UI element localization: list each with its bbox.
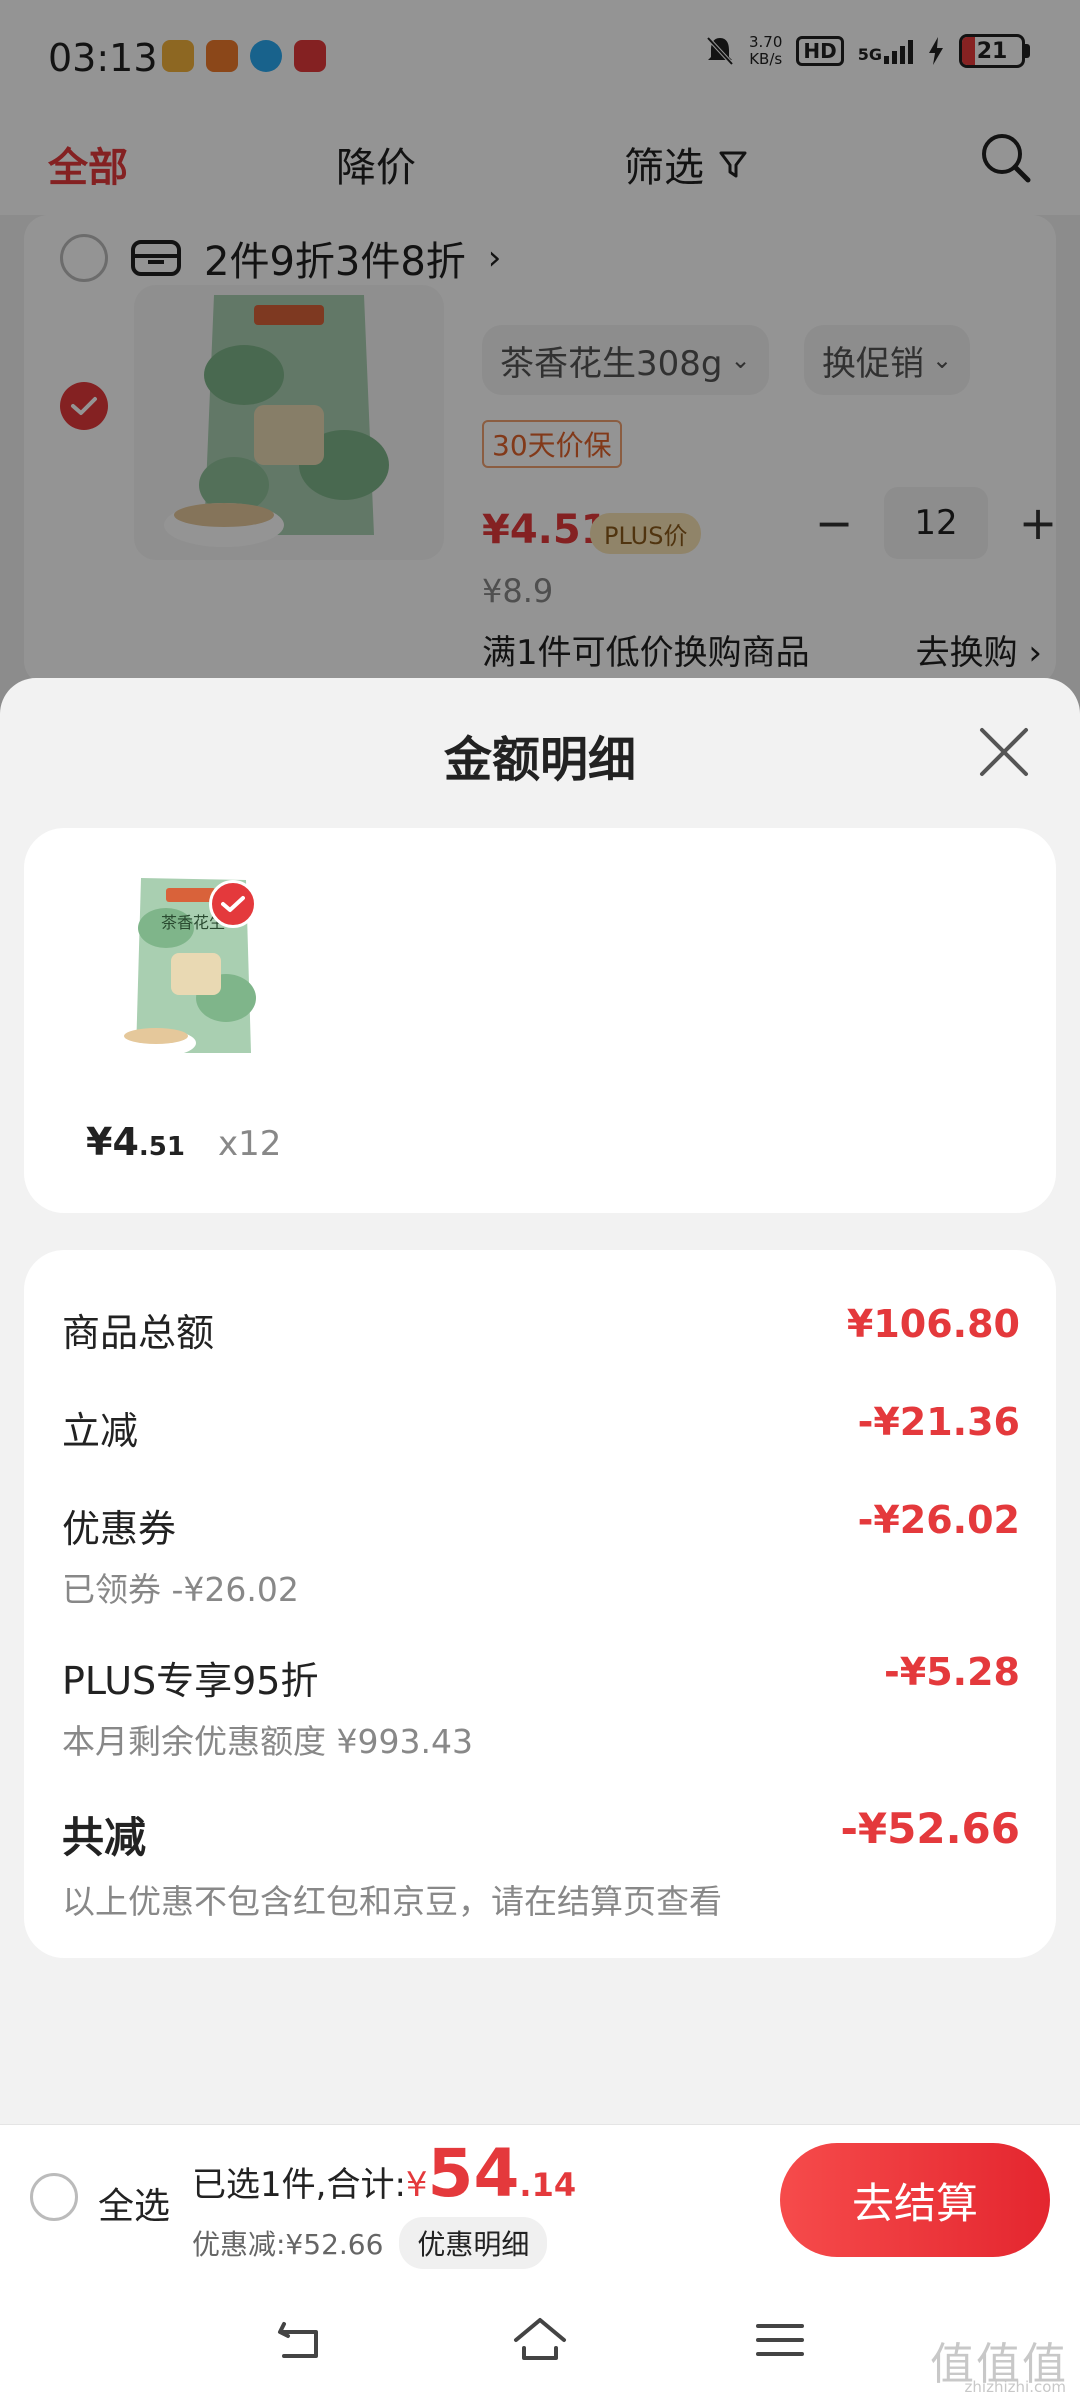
- sheet-title: 金额明细: [443, 732, 636, 788]
- detail-row-total: 商品总额 ¥106.80: [62, 1302, 1020, 1357]
- checkout-button[interactable]: 去结算: [780, 2143, 1050, 2257]
- item-price-dec: .51: [138, 1132, 185, 1162]
- detail-row-total-discount: 共减 以上优惠不包含红包和京豆，请在结算页查看 -¥52.66: [62, 1804, 1020, 1923]
- detail-row-coupon: 优惠券 已领券 -¥26.02 -¥26.02: [62, 1498, 1020, 1611]
- selected-count-text: 已选1件,合计:: [192, 2165, 406, 2205]
- detail-value: -¥26.02: [857, 1498, 1020, 1542]
- detail-sub: 已领券 -¥26.02: [62, 1570, 299, 1609]
- detail-row-plus-discount: PLUS专享95折 本月剩余优惠额度 ¥993.43 -¥5.28: [62, 1650, 1020, 1763]
- item-price: ¥4.51: [86, 1120, 185, 1164]
- detail-label: PLUS专享95折: [62, 1659, 319, 1703]
- amount-breakdown-card: 商品总额 ¥106.80 立减 -¥21.36 优惠券 已领券 -¥26.02 …: [24, 1250, 1056, 1958]
- selected-items-card: 茶香花生 ¥4.51 x12: [24, 828, 1056, 1213]
- total-summary: 已选1件,合计: ¥ 54 .14: [192, 2141, 576, 2207]
- discount-detail-button[interactable]: 优惠明细: [399, 2217, 548, 2269]
- detail-value: -¥5.28: [884, 1650, 1020, 1694]
- check-icon: [221, 896, 245, 912]
- total-int: 54: [427, 2135, 520, 2212]
- detail-sub: 本月剩余优惠额度 ¥993.43: [62, 1722, 473, 1761]
- detail-row-instant-discount: 立减 -¥21.36: [62, 1400, 1020, 1455]
- checkout-bar: 全选 已选1件,合计: ¥ 54 .14 优惠减:¥52.66 优惠明细 去结算: [0, 2124, 1080, 2274]
- total-dec: .14: [519, 2166, 577, 2204]
- home-icon[interactable]: [510, 2310, 570, 2370]
- select-all-label[interactable]: 全选: [98, 2177, 170, 2229]
- select-all-radio[interactable]: [30, 2173, 78, 2221]
- total-currency: ¥: [405, 2165, 428, 2205]
- item-checked-badge: [209, 880, 257, 928]
- discount-text: 优惠减:¥52.66: [192, 2228, 384, 2261]
- detail-value: ¥106.80: [846, 1302, 1020, 1346]
- detail-value: -¥52.66: [840, 1804, 1020, 1853]
- item-price-symbol: ¥: [86, 1120, 113, 1164]
- detail-value: -¥21.36: [857, 1400, 1020, 1444]
- item-quantity: x12: [218, 1124, 282, 1164]
- back-icon[interactable]: [270, 2310, 330, 2370]
- discount-summary: 优惠减:¥52.66 优惠明细: [192, 2217, 548, 2269]
- item-price-int: 4: [112, 1120, 139, 1164]
- detail-sub: 以上优惠不包含红包和京豆，请在结算页查看: [62, 1882, 722, 1921]
- watermark-url: zhizhizhi.com: [964, 2378, 1066, 2396]
- cart-page: 03:13 3.70 KB/s HD 5G 21 全部 降价 筛选 2件9折3件…: [0, 0, 1080, 2400]
- close-icon[interactable]: [976, 724, 1032, 780]
- menu-icon[interactable]: [750, 2310, 810, 2370]
- system-nav-bar: [0, 2274, 1080, 2400]
